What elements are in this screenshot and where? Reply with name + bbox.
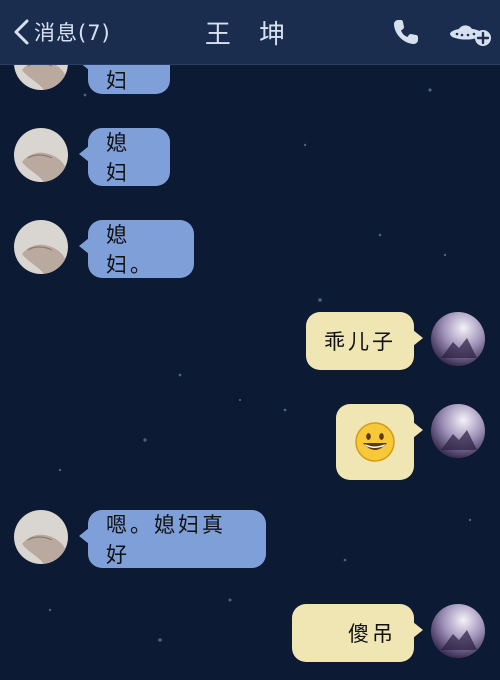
chat-area[interactable]: 媳妇 媳妇 媳妇。 — [0, 0, 500, 680]
contact-avatar[interactable] — [14, 510, 68, 564]
user-avatar[interactable] — [431, 604, 485, 658]
contact-name-title: 王 坤 — [204, 20, 296, 50]
message-text: 嗯。媳妇真好 — [106, 513, 226, 567]
message-bubble-incoming[interactable]: 媳妇。 — [79, 220, 194, 278]
message-bubble-outgoing[interactable] — [336, 404, 423, 480]
ufo-icon[interactable] — [448, 18, 494, 48]
message-bubble-incoming[interactable]: 嗯。媳妇真好 — [79, 510, 266, 568]
bubble-tail — [79, 238, 89, 254]
contact-avatar[interactable] — [14, 220, 68, 274]
bubble-tail — [413, 622, 423, 638]
message-text: 乖儿子 — [324, 330, 396, 354]
bubble-tail — [79, 146, 89, 162]
message-bubble-outgoing[interactable]: 乖儿子 — [306, 312, 423, 370]
message-bubble-incoming[interactable]: 媳妇 — [79, 128, 170, 186]
message-text: 媳妇。 — [106, 223, 154, 277]
user-avatar[interactable] — [431, 404, 485, 458]
message-text: 媳妇 — [106, 131, 130, 185]
phone-icon[interactable] — [390, 16, 422, 48]
message-bubble-outgoing[interactable]: 傻吊 — [292, 604, 423, 662]
chat-header: 消息(7) 王 坤 — [0, 0, 500, 65]
bubble-tail — [79, 528, 89, 544]
user-avatar[interactable] — [431, 312, 485, 366]
bubble-tail — [413, 330, 423, 346]
contact-avatar[interactable] — [14, 128, 68, 182]
message-text: 傻吊 — [348, 622, 396, 646]
smiling-face-emoji — [355, 422, 395, 462]
bubble-tail — [413, 422, 423, 438]
